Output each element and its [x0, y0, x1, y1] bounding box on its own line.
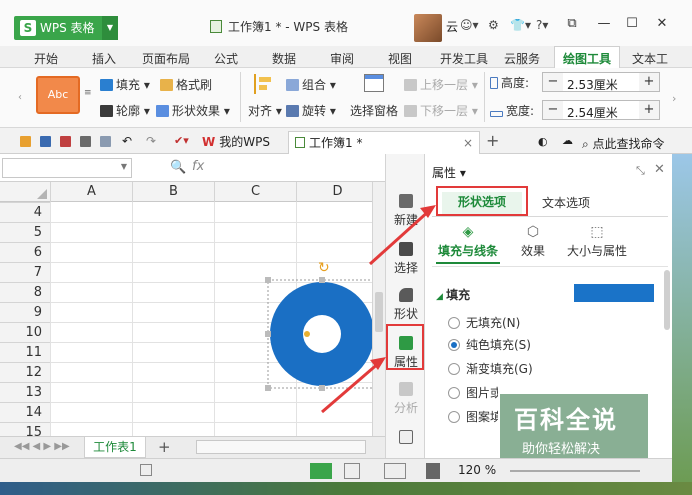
annotation-arrows: [321, 205, 436, 414]
annotation-arrow: [368, 208, 432, 266]
annotation-arrow: [321, 360, 381, 414]
